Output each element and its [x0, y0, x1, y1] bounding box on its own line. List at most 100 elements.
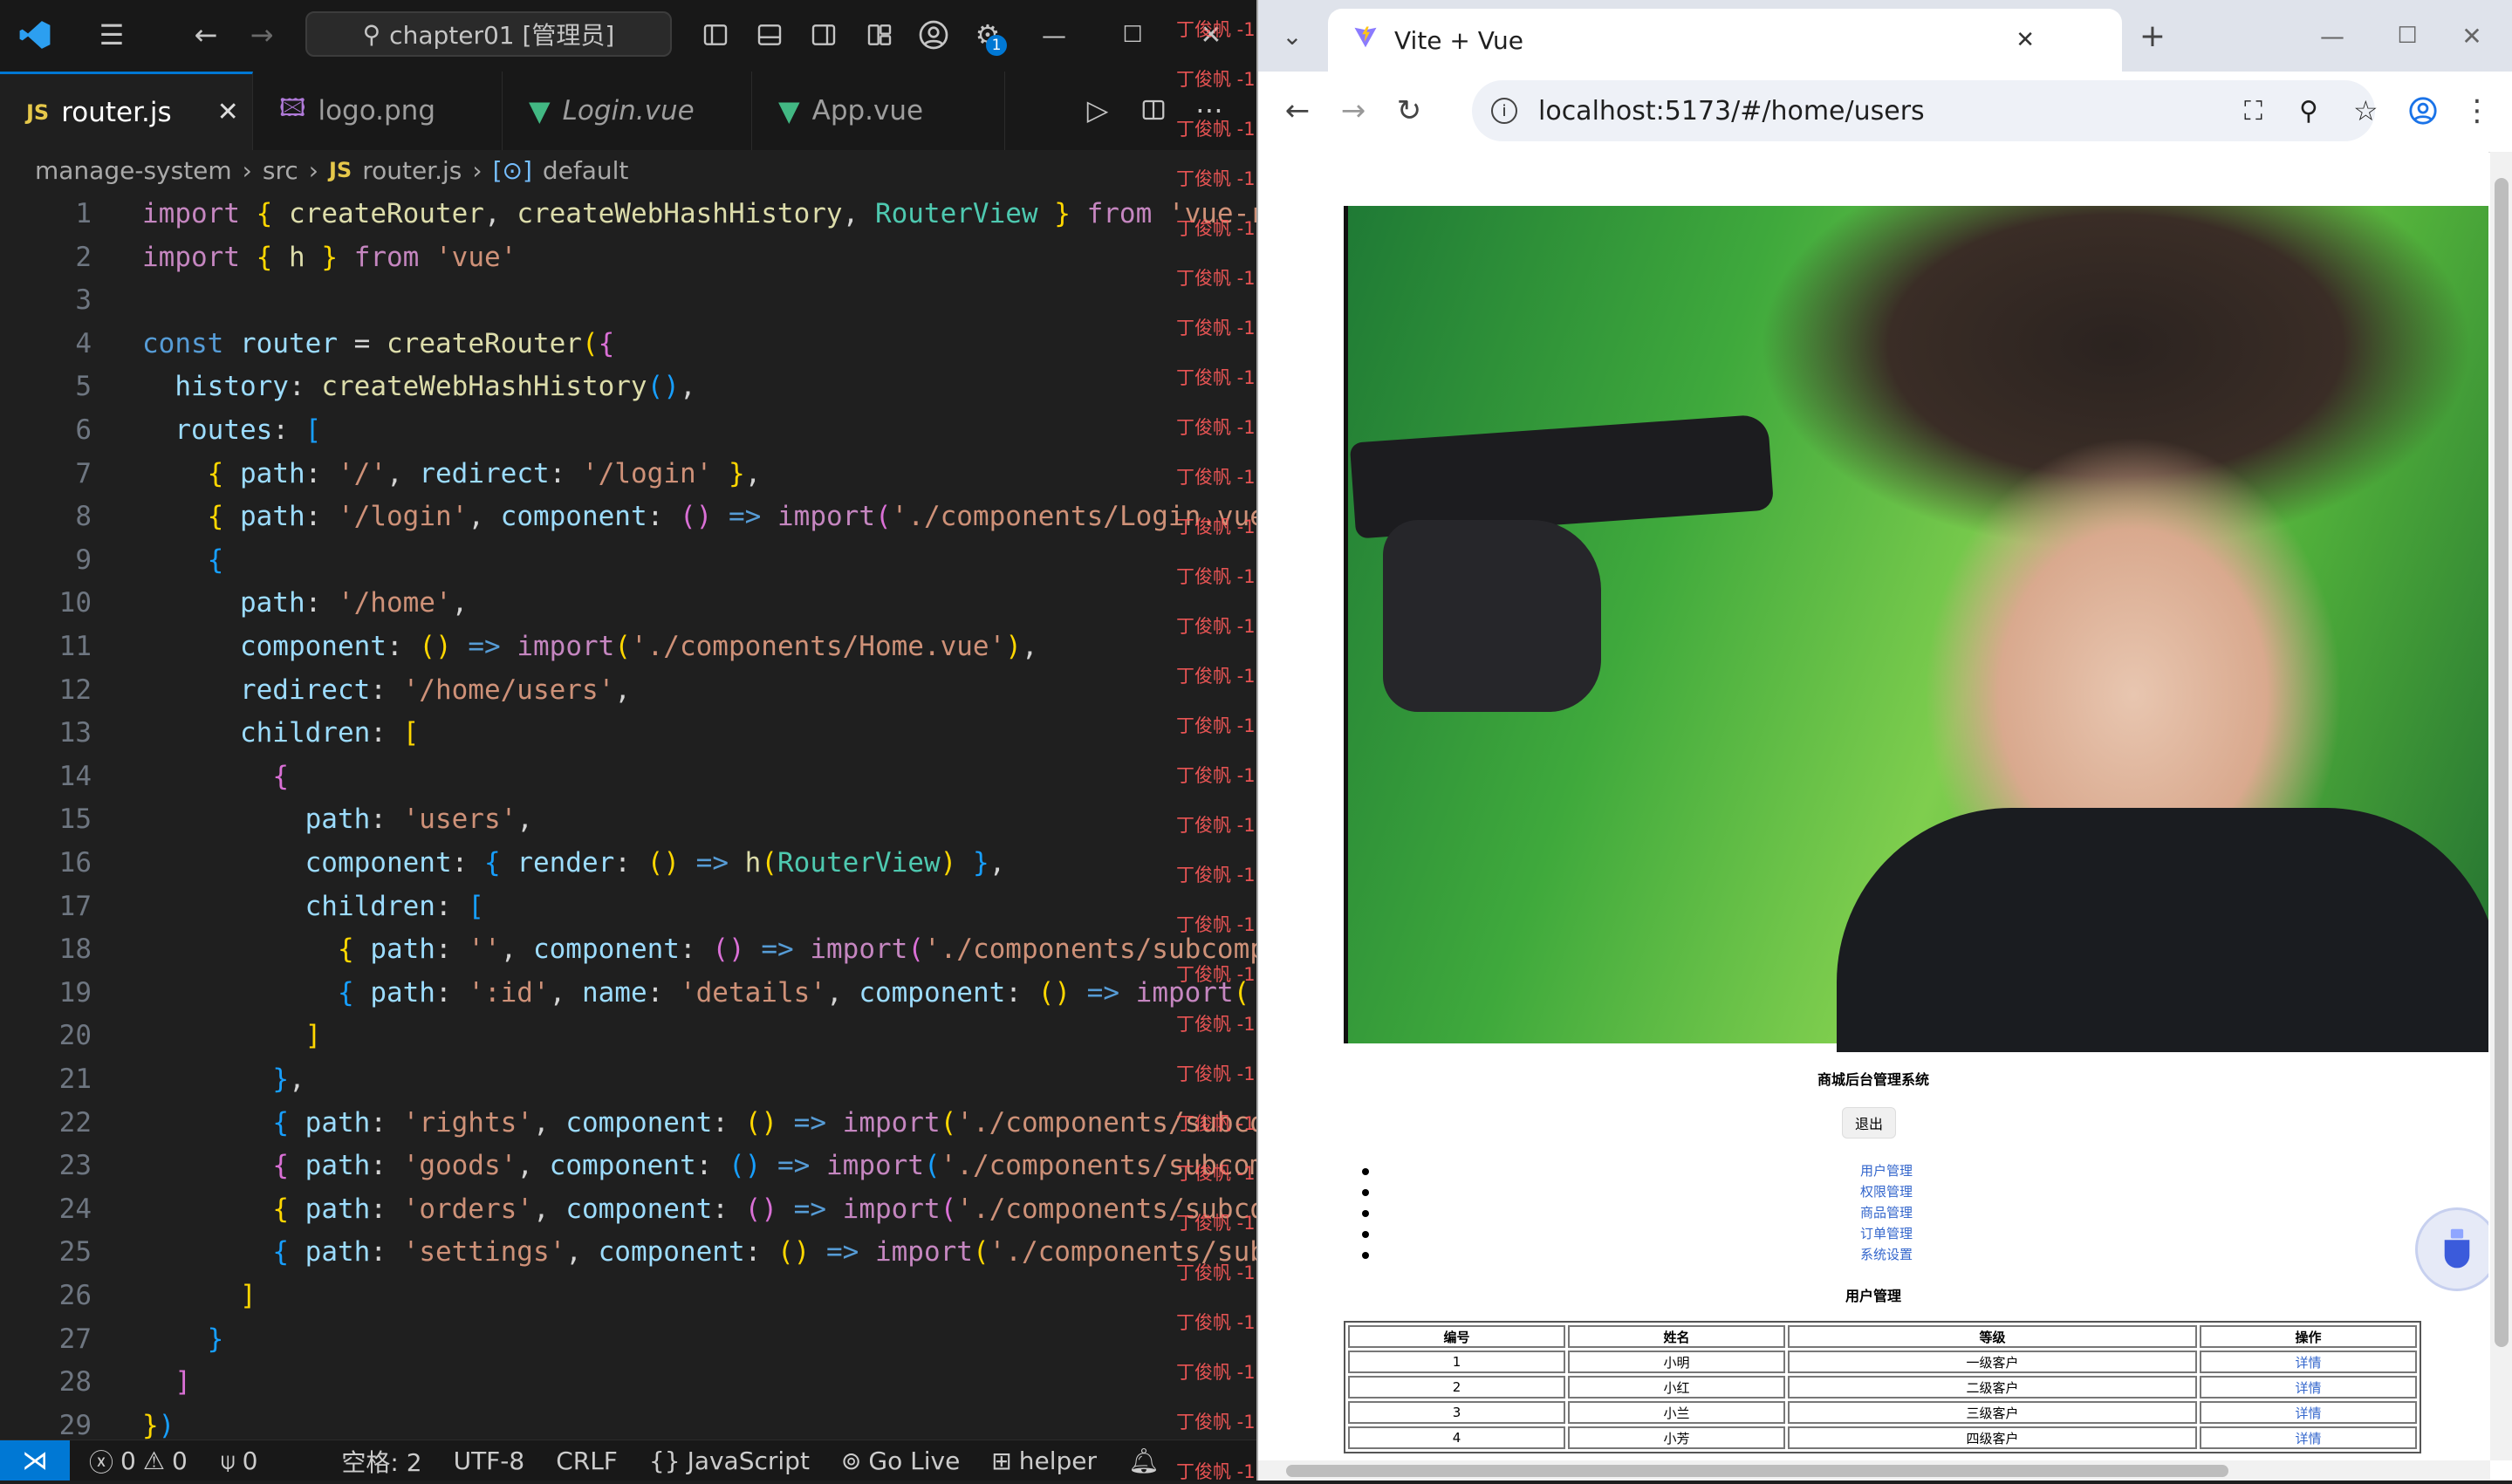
cell-id: 4 — [1348, 1426, 1565, 1449]
nav-link-rights[interactable]: 权限管理 — [1860, 1182, 1913, 1200]
code-text: { path: ':id', name: 'details', componen… — [337, 976, 1256, 1009]
run-icon[interactable]: ▷ — [1078, 91, 1117, 129]
close-tab-icon[interactable]: ✕ — [217, 97, 239, 127]
code-line: 1 import { createRouter, createWebHashHis… — [0, 194, 1256, 234]
tab-app-vue[interactable]: ▼ App.vue — [752, 72, 1005, 150]
chevron-right-icon: › — [472, 155, 483, 185]
code-line: 3 — [0, 280, 1256, 320]
go-live-button[interactable]: ⊚ Go Live — [841, 1446, 960, 1475]
vertical-scrollbar[interactable] — [2490, 152, 2512, 1460]
helper-item[interactable]: ⊞ helper — [991, 1446, 1097, 1475]
split-editor-icon[interactable] — [1134, 91, 1173, 129]
table-row: 2 小红 二级客户 详情 — [1348, 1376, 2417, 1399]
eol-status[interactable]: CRLF — [556, 1446, 618, 1475]
warning-count: 0 — [171, 1446, 188, 1475]
code-text: children: [ — [239, 717, 420, 749]
address-bar[interactable]: i localhost:5173/#/home/users ⛶ ⚲ ☆ — [1472, 80, 2379, 141]
zoom-icon[interactable]: ⚲ — [2299, 96, 2318, 127]
translate-icon[interactable]: ⛶ — [2244, 96, 2262, 127]
toggle-primary-sidebar-icon[interactable] — [696, 16, 735, 54]
code-line: 15 path: 'users', — [0, 799, 1256, 839]
customize-layout-icon[interactable] — [860, 16, 899, 54]
nav-link-users[interactable]: 用户管理 — [1860, 1161, 1913, 1180]
code-text: component: { render: () => h(RouterView)… — [305, 847, 1006, 879]
horizontal-scrollbar[interactable] — [1258, 1460, 2490, 1481]
code-text: { — [272, 760, 289, 792]
code-line: 22 { path: 'rights', component: () => im… — [0, 1103, 1256, 1143]
code-text: const router = createRouter({ — [142, 327, 615, 359]
back-arrow-icon[interactable]: ← — [187, 16, 225, 54]
menu-icon[interactable]: ☰ — [92, 16, 131, 54]
command-center-search[interactable]: ⚲ chapter01 [管理员] — [305, 11, 672, 57]
close-tab-icon[interactable]: ✕ — [2016, 27, 2035, 53]
problems-indicator[interactable]: ⓧ 0 ⚠ 0 — [89, 1444, 188, 1479]
logout-button[interactable]: 退出 — [1842, 1107, 1896, 1139]
details-link[interactable]: 详情 — [2200, 1401, 2417, 1424]
cell-level: 一级客户 — [1788, 1351, 2197, 1373]
language-mode[interactable]: {} JavaScript — [649, 1446, 810, 1475]
tab-logo-png[interactable]: 🖾 logo.png — [253, 72, 503, 150]
site-info-icon[interactable]: i — [1491, 98, 1517, 124]
line-number: 26 — [58, 1280, 92, 1311]
breadcrumb-item[interactable]: router.js — [362, 156, 462, 185]
cell-id: 1 — [1348, 1351, 1565, 1373]
notifications-bell-icon[interactable]: 🔔︎ — [1128, 1446, 1160, 1475]
nav-link-goods[interactable]: 商品管理 — [1860, 1203, 1913, 1221]
minimize-icon[interactable]: — — [1035, 16, 1073, 54]
close-window-icon[interactable]: ✕ — [2450, 14, 2494, 58]
nav-link-orders[interactable]: 订单管理 — [1860, 1224, 1913, 1242]
forward-arrow-icon[interactable]: → — [243, 16, 281, 54]
tab-login-vue[interactable]: ▼ Login.vue — [503, 72, 752, 150]
nav-link-settings[interactable]: 系统设置 — [1860, 1245, 1913, 1263]
line-number: 22 — [58, 1106, 92, 1139]
code-text: { path: 'rights', component: () => impor… — [272, 1106, 1256, 1139]
details-link[interactable]: 详情 — [2200, 1376, 2417, 1399]
list-bullet — [1362, 1252, 1369, 1259]
page-viewport: 商城后台管理系统 退出 用户管理 权限管理 商品管理 订单管理 系统设置 用户管… — [1258, 152, 2488, 1460]
list-bullet — [1362, 1189, 1369, 1196]
ports-icon: ⍦ — [220, 1446, 236, 1475]
scrollbar-thumb[interactable] — [2495, 178, 2509, 1347]
reload-icon[interactable]: ↻ — [1387, 89, 1431, 133]
minimize-icon[interactable]: — — [2310, 14, 2354, 58]
code-line: 28 ] — [0, 1362, 1256, 1402]
ports-count: 0 — [242, 1446, 258, 1475]
back-arrow-icon[interactable]: ← — [1276, 89, 1319, 133]
chrome-menu-icon[interactable]: ⋮ — [2455, 89, 2499, 133]
breadcrumb-item[interactable]: manage-system — [35, 156, 232, 185]
indent-status[interactable]: 空格: 2 — [341, 1444, 421, 1479]
toggle-secondary-sidebar-icon[interactable] — [804, 16, 843, 54]
maximize-icon[interactable]: ☐ — [2385, 14, 2429, 58]
details-link[interactable]: 详情 — [2200, 1351, 2417, 1373]
vue-file-icon: ▼ — [778, 94, 800, 127]
code-text: path: 'users', — [305, 804, 533, 836]
error-icon: ⓧ — [89, 1447, 114, 1477]
cell-id: 3 — [1348, 1401, 1565, 1424]
forward-arrow-icon[interactable]: → — [1331, 89, 1375, 133]
maximize-icon[interactable]: ☐ — [1113, 16, 1152, 54]
code-text: { path: '/', redirect: '/login' }, — [207, 457, 762, 489]
remote-indicator-icon[interactable]: ⋊ — [0, 1440, 70, 1481]
code-editor[interactable]: 1 import { createRouter, createWebHashHis… — [0, 194, 1256, 1440]
details-link[interactable]: 详情 — [2200, 1426, 2417, 1449]
floating-extension-button[interactable] — [2415, 1207, 2488, 1291]
extension-icon — [2444, 1228, 2470, 1269]
breadcrumb-item[interactable]: default — [543, 156, 629, 185]
toggle-panel-icon[interactable] — [750, 16, 789, 54]
scrollbar-thumb[interactable] — [1286, 1465, 2228, 1477]
profile-icon[interactable] — [2401, 89, 2445, 133]
tab-router-js[interactable]: JS router.js ✕ — [0, 72, 253, 150]
ports-indicator[interactable]: ⍦ 0 — [221, 1446, 258, 1476]
tab-search-chevron-icon[interactable]: ⌄ — [1270, 14, 1314, 58]
encoding-status[interactable]: UTF-8 — [454, 1446, 525, 1475]
new-tab-plus-icon[interactable]: + — [2131, 14, 2174, 58]
cell-name: 小芳 — [1568, 1426, 1785, 1449]
vscode-title-bar: ☰ ← → ⚲ chapter01 [管理员] ⚙ 1 — ☐ ✕ — [0, 0, 1256, 72]
bookmark-star-icon[interactable]: ☆ — [2353, 94, 2379, 127]
line-number: 11 — [58, 631, 92, 662]
code-text: { path: 'orders', component: () => impor… — [272, 1193, 1256, 1225]
breadcrumb-item[interactable]: src — [263, 156, 298, 185]
browser-tab[interactable]: Vite + Vue ✕ — [1328, 9, 2122, 72]
search-icon: ⚲ — [362, 19, 381, 49]
account-icon[interactable] — [914, 16, 953, 54]
